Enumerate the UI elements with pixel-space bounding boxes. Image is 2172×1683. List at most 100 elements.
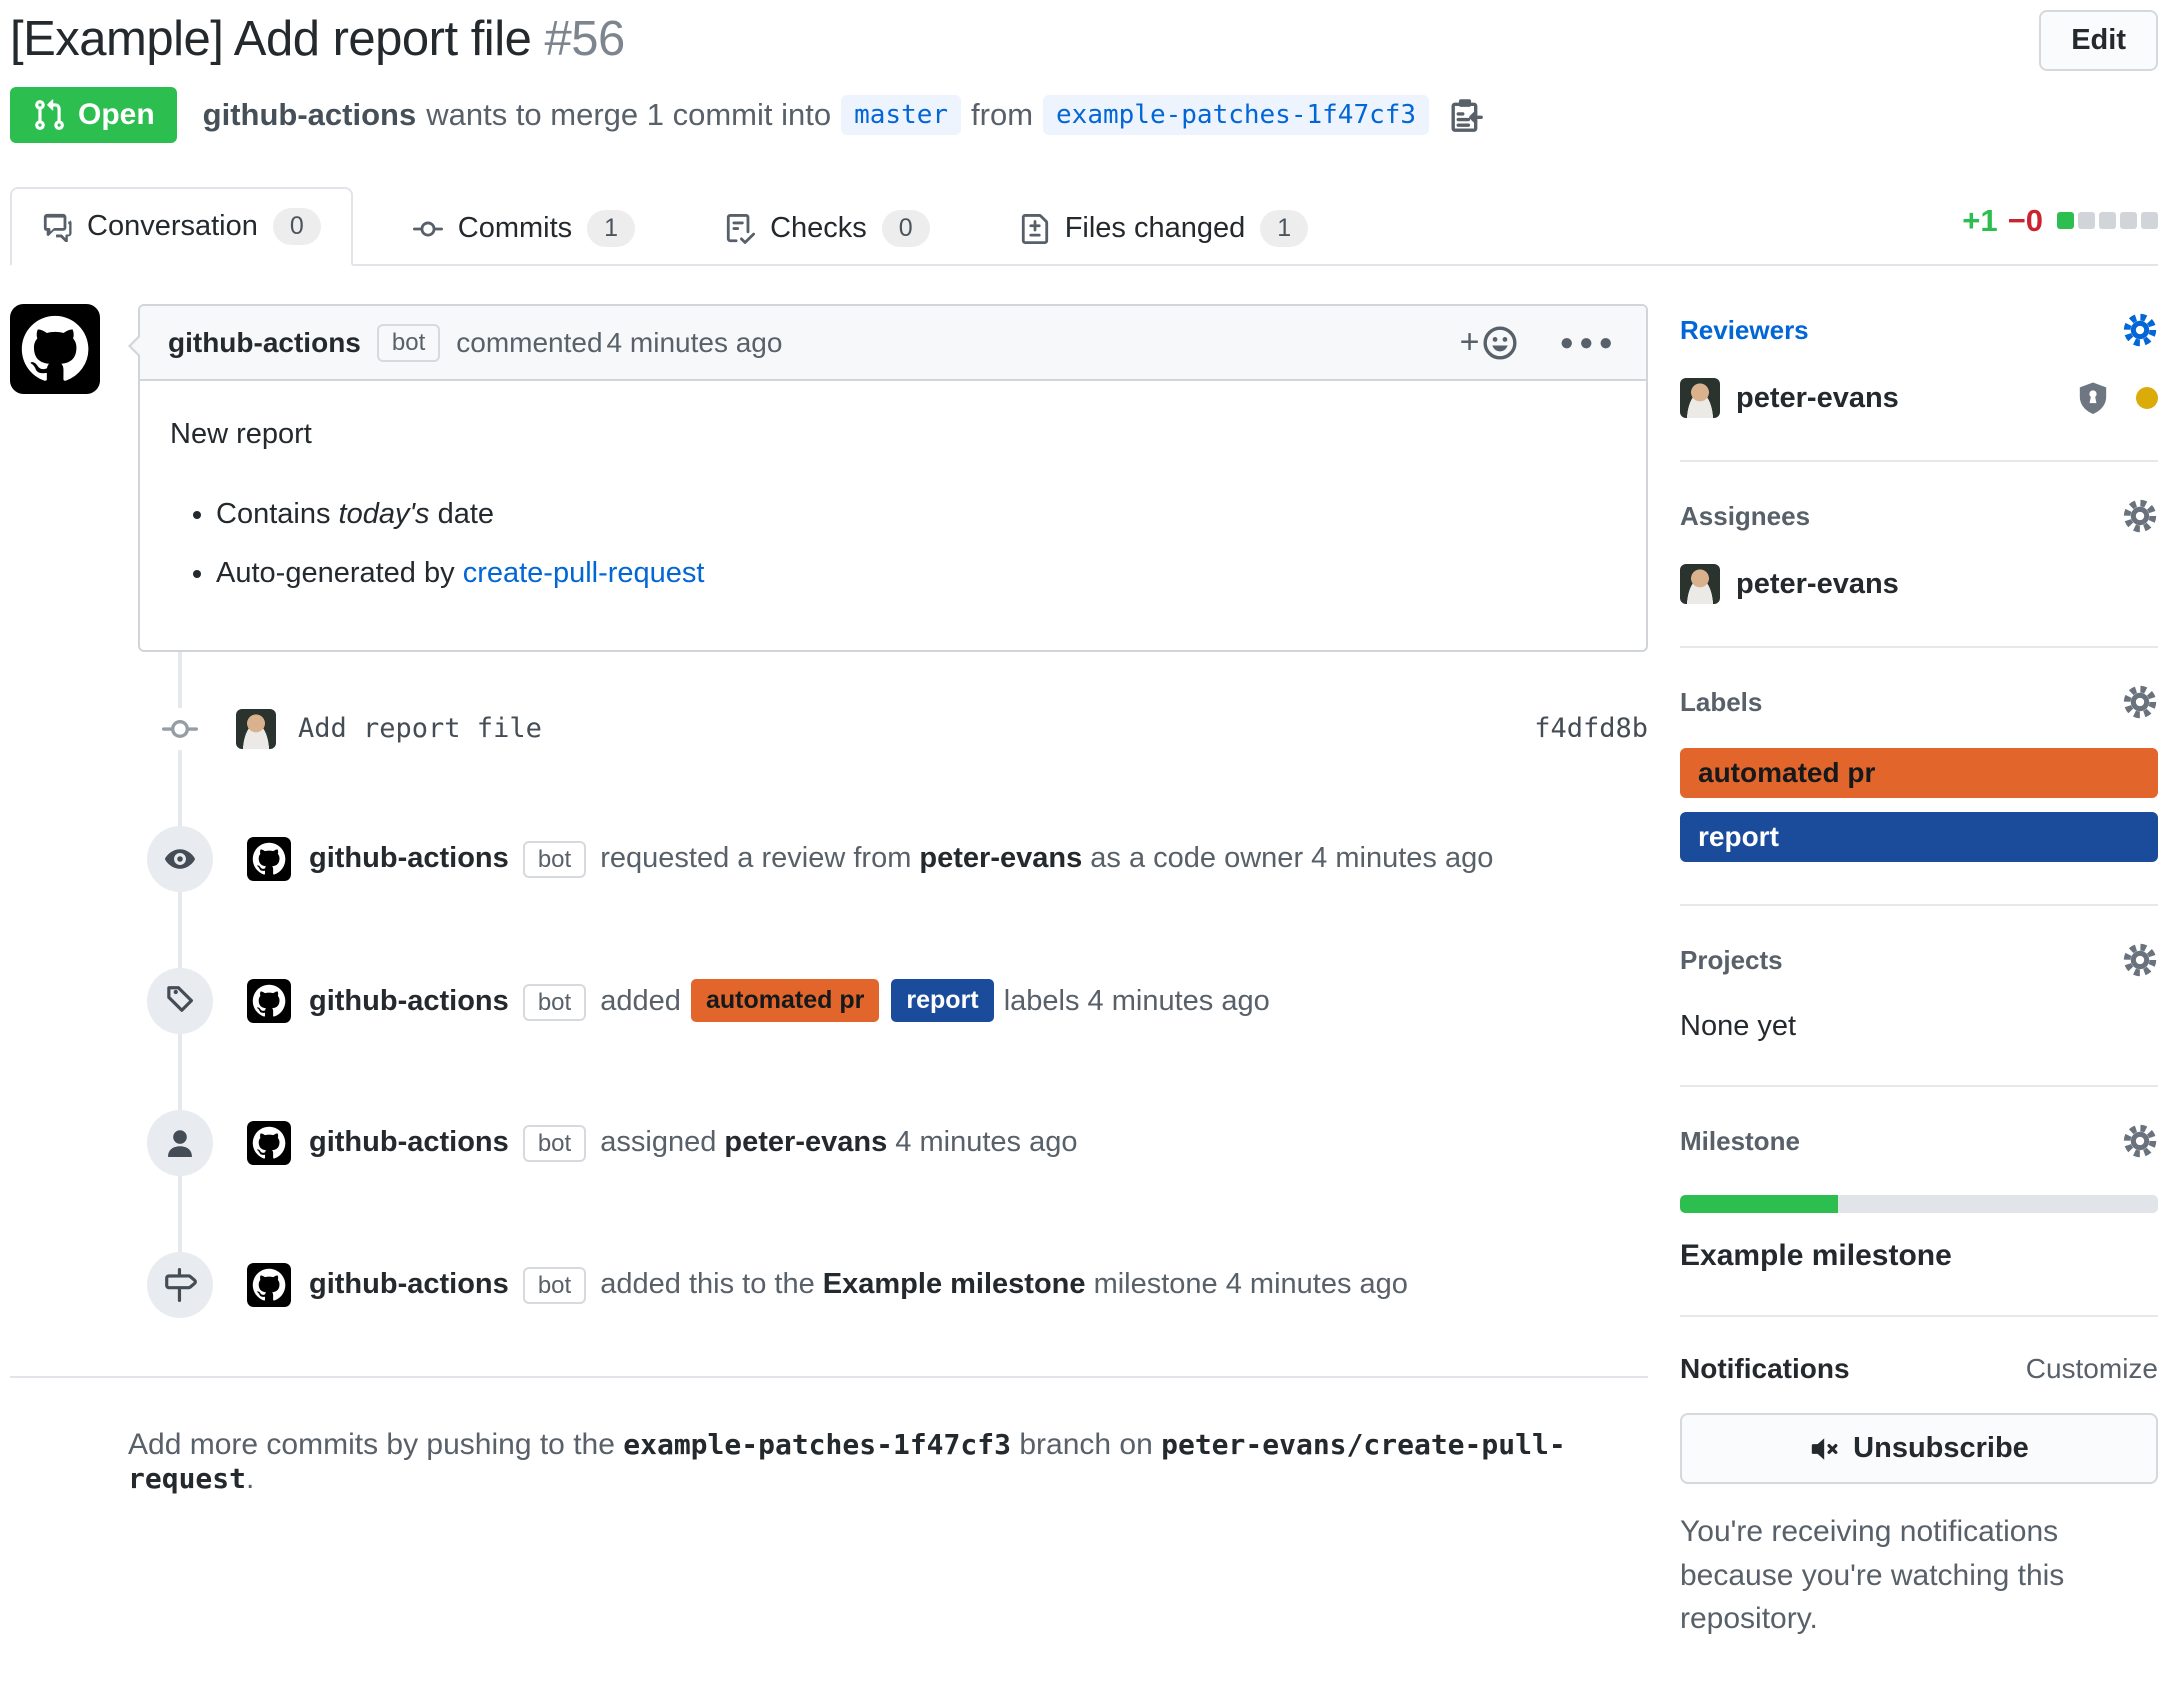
event-timestamp[interactable]: 4 minutes ago bbox=[1311, 842, 1493, 874]
bullet-text: Auto-generated by bbox=[216, 557, 455, 589]
tab-count: 1 bbox=[587, 210, 635, 247]
add-reaction-button[interactable]: + bbox=[1460, 323, 1518, 362]
commit-icon bbox=[413, 214, 443, 244]
github-actions-avatar[interactable] bbox=[247, 979, 291, 1023]
byline-from: from bbox=[971, 97, 1033, 133]
diffstat-deletions: −0 bbox=[2008, 203, 2043, 239]
comment-action: commented bbox=[456, 327, 602, 359]
unsubscribe-label: Unsubscribe bbox=[1853, 1432, 2029, 1465]
event-verb: added this to the bbox=[600, 1268, 814, 1300]
committer-avatar[interactable] bbox=[236, 709, 276, 749]
tab-count: 1 bbox=[1260, 210, 1308, 247]
commit-message[interactable]: Add report file bbox=[298, 713, 1534, 744]
kebab-menu-button[interactable]: ●●● bbox=[1560, 329, 1619, 357]
labels-gear-button[interactable] bbox=[2122, 684, 2158, 720]
milestone-section: Milestone Example milestone bbox=[1680, 1087, 2158, 1317]
diffstat-block bbox=[2141, 212, 2158, 229]
pr-page: [Example] Add report file #56 Edit Open … bbox=[0, 0, 2172, 1494]
assignee-name[interactable]: peter-evans bbox=[1736, 568, 1899, 601]
event-actor[interactable]: github-actions bbox=[309, 985, 509, 1017]
reviewer-row: peter-evans bbox=[1680, 378, 2158, 418]
commit-sha[interactable]: f4dfd8b bbox=[1534, 713, 1648, 744]
plus-icon: + bbox=[1460, 323, 1480, 362]
file-diff-icon bbox=[1020, 214, 1050, 244]
event-detail: labels bbox=[1004, 985, 1080, 1017]
pr-title-row: [Example] Add report file #56 Edit bbox=[10, 10, 2158, 71]
tab-commits[interactable]: Commits 1 bbox=[383, 191, 665, 266]
event-text: github-actions bot added this to the Exa… bbox=[309, 1268, 1408, 1301]
base-branch-label[interactable]: master bbox=[841, 95, 961, 135]
shield-icon bbox=[2076, 381, 2110, 415]
reviewers-gear-button[interactable] bbox=[2122, 312, 2158, 348]
diffstat-block bbox=[2120, 212, 2137, 229]
notifications-section: Notifications Customize Unsubscribe You'… bbox=[1680, 1317, 2158, 1683]
reviewers-title[interactable]: Reviewers bbox=[1680, 315, 1809, 346]
edit-button[interactable]: Edit bbox=[2039, 10, 2158, 71]
event-user-link[interactable]: peter-evans bbox=[919, 842, 1082, 874]
bullet-text: date bbox=[438, 498, 494, 530]
bot-badge: bot bbox=[523, 984, 586, 1021]
diffstat-blocks bbox=[2057, 212, 2158, 229]
event-verb: requested a review from bbox=[600, 842, 911, 874]
label-report[interactable]: report bbox=[1680, 812, 2158, 862]
tab-files-changed[interactable]: Files changed 1 bbox=[990, 191, 1338, 266]
event-timestamp[interactable]: 4 minutes ago bbox=[895, 1126, 1077, 1158]
assignee-avatar[interactable] bbox=[1680, 564, 1720, 604]
event-actor[interactable]: github-actions bbox=[309, 1126, 509, 1158]
bot-badge: bot bbox=[377, 324, 440, 362]
bullet-italic: today's bbox=[339, 498, 430, 530]
github-actions-avatar[interactable] bbox=[247, 1263, 291, 1307]
eye-icon bbox=[147, 826, 213, 892]
comment-author[interactable]: github-actions bbox=[168, 327, 361, 359]
unsubscribe-button[interactable]: Unsubscribe bbox=[1680, 1413, 2158, 1484]
review-status bbox=[2076, 381, 2158, 415]
person-icon bbox=[147, 1110, 213, 1176]
pr-title-text: [Example] Add report file bbox=[10, 12, 531, 66]
comment-box: github-actions bot commented 4 minutes a… bbox=[138, 304, 1648, 652]
pr-author[interactable]: github-actions bbox=[203, 97, 417, 133]
copy-icon bbox=[1447, 97, 1483, 133]
label-report[interactable]: report bbox=[891, 979, 993, 1022]
comment-list: Contains today's date Auto-generated by … bbox=[170, 493, 1616, 596]
github-actions-avatar[interactable] bbox=[10, 304, 100, 394]
assignee-row: peter-evans bbox=[1680, 564, 2158, 604]
assignees-title: Assignees bbox=[1680, 501, 1810, 532]
milestone-gear-button[interactable] bbox=[2122, 1123, 2158, 1159]
checklist-icon bbox=[725, 214, 755, 244]
event-text: github-actions bot assigned peter-evans … bbox=[309, 1126, 1077, 1159]
push-note-branch: example-patches-1f47cf3 bbox=[623, 1428, 1011, 1461]
head-branch-label[interactable]: example-patches-1f47cf3 bbox=[1043, 95, 1429, 135]
projects-header: Projects bbox=[1680, 942, 2158, 978]
gear-icon bbox=[2122, 498, 2158, 534]
copy-branch-button[interactable] bbox=[1447, 97, 1483, 133]
tab-conversation[interactable]: Conversation 0 bbox=[10, 187, 353, 266]
diffstat[interactable]: +1 −0 bbox=[1962, 203, 2158, 249]
assignees-gear-button[interactable] bbox=[2122, 498, 2158, 534]
customize-link[interactable]: Customize bbox=[2026, 1353, 2158, 1385]
notifications-header: Notifications Customize bbox=[1680, 1353, 2158, 1385]
event-actor[interactable]: github-actions bbox=[309, 842, 509, 874]
projects-gear-button[interactable] bbox=[2122, 942, 2158, 978]
bot-badge: bot bbox=[523, 1267, 586, 1304]
labels-section: Labels automated pr report bbox=[1680, 648, 2158, 906]
comment-body: New report Contains today's date Auto-ge… bbox=[140, 381, 1646, 650]
gear-icon bbox=[2122, 312, 2158, 348]
timeline-event-assigned: github-actions bot assigned peter-evans … bbox=[10, 1110, 1648, 1176]
github-actions-avatar[interactable] bbox=[247, 1121, 291, 1165]
event-milestone-link[interactable]: Example milestone bbox=[823, 1268, 1086, 1300]
event-actor[interactable]: github-actions bbox=[309, 1268, 509, 1300]
event-timestamp[interactable]: 4 minutes ago bbox=[1226, 1268, 1408, 1300]
reviewer-avatar[interactable] bbox=[1680, 378, 1720, 418]
label-automated-pr[interactable]: automated pr bbox=[1680, 748, 2158, 798]
event-timestamp[interactable]: 4 minutes ago bbox=[1088, 985, 1270, 1017]
github-actions-avatar[interactable] bbox=[247, 837, 291, 881]
event-user-link[interactable]: peter-evans bbox=[724, 1126, 887, 1158]
create-pull-request-link[interactable]: create-pull-request bbox=[463, 557, 705, 589]
milestone-name-link[interactable]: Example milestone bbox=[1680, 1239, 2158, 1273]
label-automated-pr[interactable]: automated pr bbox=[691, 979, 879, 1022]
reviewer-name[interactable]: peter-evans bbox=[1736, 382, 1899, 415]
assignees-header: Assignees bbox=[1680, 498, 2158, 534]
tab-checks[interactable]: Checks 0 bbox=[695, 191, 960, 266]
milestone-title: Milestone bbox=[1680, 1126, 1800, 1157]
comment-timestamp[interactable]: 4 minutes ago bbox=[607, 327, 783, 359]
